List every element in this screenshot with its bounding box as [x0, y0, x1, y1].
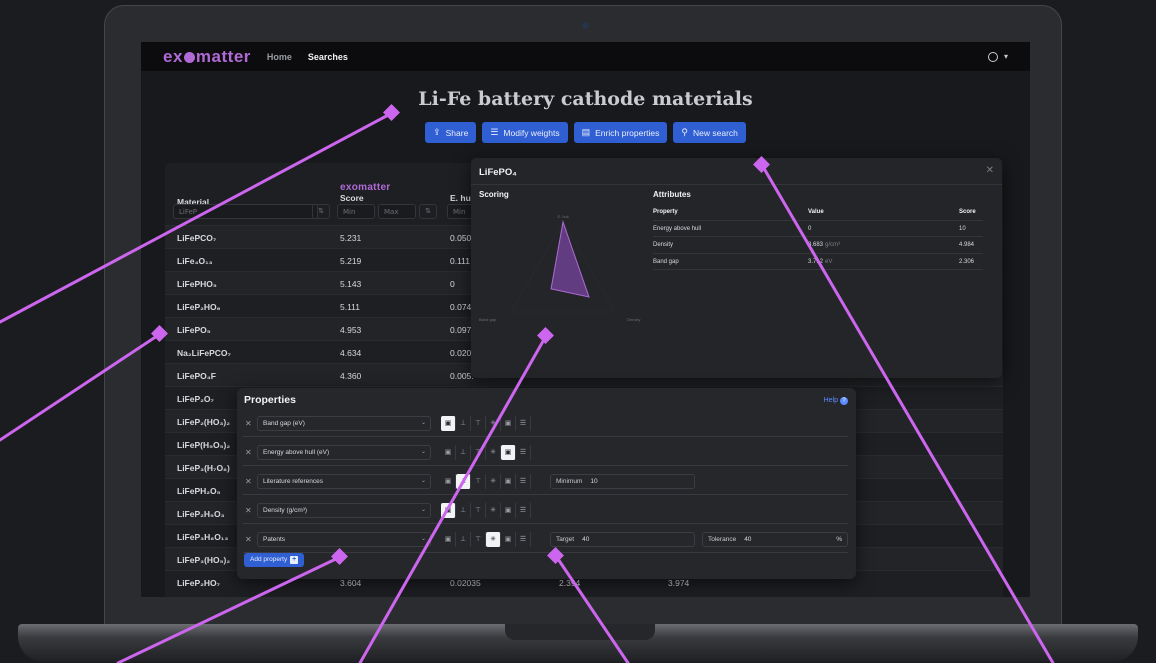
callout-line-title — [0, 111, 394, 324]
callout-overlay — [0, 104, 1055, 663]
callout-line-add-property — [116, 555, 342, 663]
callout-line-constraints — [554, 554, 630, 663]
callout-marker-scoring — [537, 327, 554, 344]
callout-line-table — [0, 332, 162, 442]
callout-line-scoring — [358, 334, 548, 663]
callout-line-detail — [760, 163, 1055, 663]
